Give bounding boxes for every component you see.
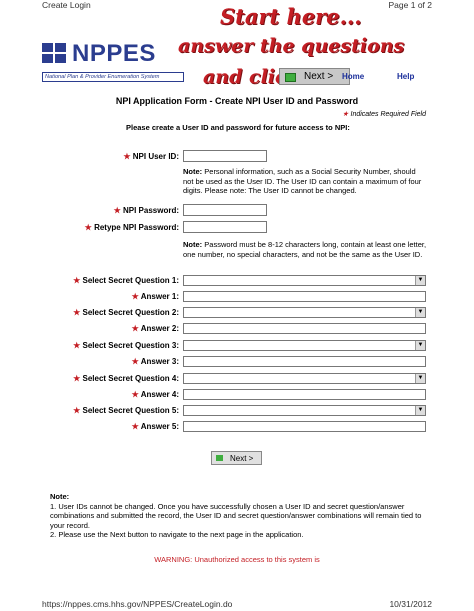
callout-line-1: Start here...: [220, 4, 362, 29]
answer-1-input[interactable]: [183, 291, 426, 302]
answer-4-label: ★ Answer 4:: [131, 390, 179, 399]
callout-line-2: answer the questions: [178, 35, 405, 57]
logo-wordmark: NPPES: [72, 40, 156, 67]
answer-5-input[interactable]: [183, 421, 426, 432]
secret-question-5-select[interactable]: ▼: [183, 405, 426, 416]
retype-password-input[interactable]: [183, 221, 267, 233]
chevron-down-icon: ▼: [415, 374, 425, 383]
form-next-button[interactable]: Next >: [211, 451, 262, 465]
page-header-title: Create Login: [42, 0, 91, 10]
help-link[interactable]: Help: [397, 72, 414, 81]
bottom-note-line-1: 1. User IDs cannot be changed. Once you …: [50, 501, 422, 530]
form-next-label: Next >: [230, 454, 254, 463]
secret-question-5-label: ★ Select Secret Question 5:: [73, 406, 179, 415]
answer-3-input[interactable]: [183, 356, 426, 367]
chevron-down-icon: ▼: [415, 341, 425, 350]
answer-3-label: ★ Answer 3:: [131, 357, 179, 366]
bottom-note-line-2: 2. Please use the Next button to navigat…: [50, 530, 304, 539]
password-note: Note: Password must be 8-12 characters l…: [183, 240, 427, 259]
required-field-note: ★ Indicates Required Field: [342, 110, 426, 118]
chevron-down-icon: ▼: [415, 406, 425, 415]
header-next-button[interactable]: Next >: [279, 68, 350, 85]
chevron-down-icon: ▼: [415, 276, 425, 285]
form-title: NPI Application Form - Create NPI User I…: [115, 96, 359, 106]
answer-4-input[interactable]: [183, 389, 426, 400]
secret-question-4-label: ★ Select Secret Question 4:: [73, 374, 179, 383]
header-next-label: Next >: [304, 71, 334, 82]
logo-grid-icon: [42, 43, 68, 65]
secret-question-2-label: ★ Select Secret Question 2:: [73, 308, 179, 317]
secret-question-4-select[interactable]: ▼: [183, 373, 426, 384]
password-label: ★ NPI Password:: [113, 206, 179, 215]
secret-question-2-select[interactable]: ▼: [183, 307, 426, 318]
chevron-down-icon: ▼: [415, 308, 425, 317]
nppes-logo: NPPES National Plan & Provider Enumerati…: [42, 40, 184, 82]
user-id-note: Note: Personal information, such as a So…: [183, 167, 422, 195]
form-instruction: Please create a User ID and password for…: [126, 123, 350, 132]
home-link[interactable]: Home: [342, 72, 364, 81]
next-arrow-icon: [216, 455, 223, 461]
password-input[interactable]: [183, 204, 267, 216]
bottom-note-heading: Note:: [50, 492, 70, 501]
page-footer-date: 10/31/2012: [389, 599, 432, 609]
required-star-icon: ★: [342, 111, 351, 118]
retype-password-label: ★ Retype NPI Password:: [84, 223, 179, 232]
secret-question-1-select[interactable]: ▼: [183, 275, 426, 286]
answer-2-input[interactable]: [183, 323, 426, 334]
logo-subtitle: National Plan & Provider Enumeration Sys…: [42, 72, 184, 82]
answer-2-label: ★ Answer 2:: [131, 324, 179, 333]
next-arrow-icon: [285, 73, 296, 82]
secret-question-3-select[interactable]: ▼: [183, 340, 426, 351]
user-id-input[interactable]: [183, 150, 267, 162]
page-number: Page 1 of 2: [388, 0, 432, 10]
user-id-label: ★ NPI User ID:: [123, 152, 179, 161]
secret-question-1-label: ★ Select Secret Question 1:: [73, 276, 179, 285]
warning-text: WARNING: Unauthorized access to this sys…: [154, 555, 320, 564]
secret-question-3-label: ★ Select Secret Question 3:: [73, 341, 179, 350]
bottom-note: Note: 1. User IDs cannot be changed. Onc…: [50, 492, 430, 540]
required-note-text: Indicates Required Field: [350, 111, 427, 118]
answer-1-label: ★ Answer 1:: [131, 292, 179, 301]
answer-5-label: ★ Answer 5:: [131, 422, 179, 431]
page-footer-url: https://nppes.cms.hhs.gov/NPPES/CreateLo…: [42, 599, 233, 609]
